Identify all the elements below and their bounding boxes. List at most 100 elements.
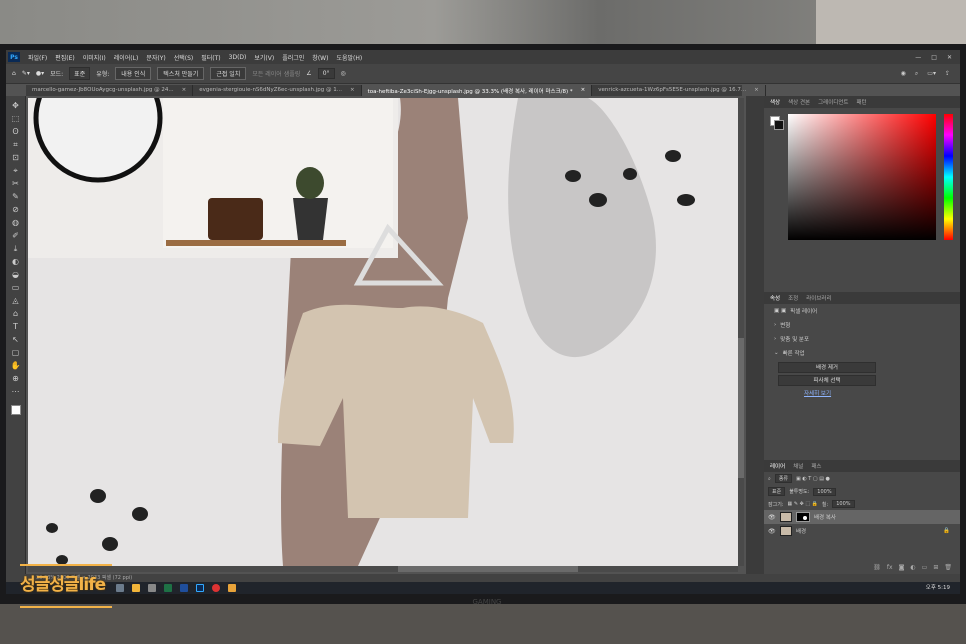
tab-toa-heftiba[interactable]: toa-heftiba-Ze3ciSh-Ejgg-unsplash.jpg @ …: [361, 85, 593, 96]
tab-evgenia[interactable]: evgenia-stergiouie-nS6dNyZ6ec-unsplash.j…: [193, 85, 362, 96]
lasso-tool-icon[interactable]: ʘ: [9, 126, 23, 138]
fx-icon[interactable]: fx: [887, 564, 893, 571]
remove-background-button[interactable]: 배경 제거: [778, 362, 876, 373]
hand-tool-icon[interactable]: ✋: [9, 360, 23, 372]
healing-brush-tool-icon[interactable]: ✎▾: [22, 70, 30, 77]
menu-layer[interactable]: 레이어(L): [110, 53, 143, 62]
quick-actions-section[interactable]: ⌄ 빠른 작업: [764, 346, 960, 360]
tab-close-icon[interactable]: ×: [182, 87, 187, 94]
brush-preset-icon[interactable]: ●▾: [36, 70, 44, 77]
slice-tool-icon[interactable]: ✂: [9, 178, 23, 190]
angle-input[interactable]: 0°: [317, 68, 335, 79]
crop-tool-icon[interactable]: ⊡: [9, 152, 23, 164]
tab-layers[interactable]: 레이어: [770, 462, 785, 470]
frame-tool-icon[interactable]: ⌖: [9, 165, 23, 177]
scroll-thumb[interactable]: [738, 338, 744, 478]
tab-venrick[interactable]: venrick-azcueta-1Wz6pFs5E5E-unsplash.jpg…: [592, 85, 766, 96]
home-icon[interactable]: ⌂: [12, 70, 16, 77]
tab-paths[interactable]: 패스: [811, 462, 821, 470]
fill-input[interactable]: 100%: [832, 500, 855, 508]
menu-edit[interactable]: 편집(E): [51, 53, 79, 62]
start-icon[interactable]: [116, 584, 124, 592]
group-icon[interactable]: ▭: [922, 564, 928, 571]
blur-tool-icon[interactable]: ▭: [9, 282, 23, 294]
menu-3d[interactable]: 3D(D): [225, 54, 251, 61]
foreground-color-swatch[interactable]: [10, 405, 21, 415]
object-select-tool-icon[interactable]: ⌗: [9, 139, 23, 151]
eraser-tool-icon[interactable]: ◐: [9, 256, 23, 268]
menu-filter[interactable]: 필터(T): [197, 53, 224, 62]
hue-slider[interactable]: [944, 114, 953, 240]
horizontal-scrollbar[interactable]: [28, 566, 738, 572]
layer-row-background[interactable]: 👁 배경 🔒: [764, 524, 960, 538]
menu-help[interactable]: 도움말(H): [332, 53, 366, 62]
close-button[interactable]: ✕: [947, 54, 952, 61]
healing-brush-tool-icon[interactable]: ⊘: [9, 204, 23, 216]
workspace-icon[interactable]: ▭▾: [927, 70, 936, 78]
menu-image[interactable]: 이미지(I): [79, 53, 110, 62]
trash-icon[interactable]: 🗑: [944, 564, 952, 571]
dodge-tool-icon[interactable]: ◬: [9, 295, 23, 307]
maximize-button[interactable]: □: [931, 54, 937, 61]
photoshop-taskbar-icon[interactable]: [196, 584, 204, 592]
blend-mode-select[interactable]: 표준: [768, 487, 786, 496]
zoom-tool-icon[interactable]: ⊕: [9, 373, 23, 385]
eye-icon[interactable]: 👁: [768, 528, 776, 535]
eyedropper-tool-icon[interactable]: ✎: [9, 191, 23, 203]
eye-icon[interactable]: 👁: [768, 514, 776, 521]
layer-row-background-copy[interactable]: 👁 배경 복사: [764, 510, 960, 524]
menu-plugins[interactable]: 플러그인: [278, 53, 308, 62]
sample-all-layers-checkbox[interactable]: 모든 레이어 샘플링: [252, 69, 300, 78]
menu-select[interactable]: 선택(S): [170, 53, 198, 62]
tab-properties[interactable]: 속성: [770, 294, 780, 302]
share-icon[interactable]: ⇪: [945, 70, 950, 78]
app-icon[interactable]: [148, 584, 156, 592]
path-select-tool-icon[interactable]: ↖: [9, 334, 23, 346]
align-section[interactable]: › 맞춤 및 분포: [764, 332, 960, 346]
filter-icons[interactable]: ▣ ◐ T ▢ ▤ ●: [796, 476, 830, 482]
link-layers-icon[interactable]: ⛓: [873, 564, 881, 571]
gradient-tool-icon[interactable]: ◒: [9, 269, 23, 281]
rectangle-tool-icon[interactable]: ▢: [9, 347, 23, 359]
brush-tool-icon[interactable]: ◍: [9, 217, 23, 229]
layer-mask-thumbnail[interactable]: [796, 512, 810, 522]
search-icon[interactable]: ⌕: [915, 70, 918, 78]
create-texture-button[interactable]: 텍스처 만들기: [157, 67, 205, 80]
tab-patterns[interactable]: 패턴: [857, 98, 867, 106]
menu-file[interactable]: 파일(F): [24, 53, 51, 62]
account-icon[interactable]: ◉: [901, 70, 906, 78]
folder-icon[interactable]: [228, 584, 236, 592]
mode-select[interactable]: 표준: [69, 67, 91, 80]
tab-close-icon[interactable]: ×: [754, 87, 759, 94]
menu-type[interactable]: 문자(Y): [142, 53, 169, 62]
menu-view[interactable]: 보기(V): [250, 53, 278, 62]
move-tool-icon[interactable]: ✥: [9, 100, 23, 112]
background-swatch[interactable]: [774, 120, 784, 130]
tab-channels[interactable]: 채널: [793, 462, 803, 470]
type-tool-icon[interactable]: T: [9, 321, 23, 333]
more-tools-icon[interactable]: ⋯: [9, 386, 23, 398]
tab-close-icon[interactable]: ×: [581, 87, 586, 94]
excel-icon[interactable]: [164, 584, 172, 592]
menu-window[interactable]: 창(W): [308, 53, 332, 62]
clone-stamp-tool-icon[interactable]: ✐: [9, 230, 23, 242]
tab-gradients[interactable]: 그레이디언트: [818, 98, 848, 106]
tab-libraries[interactable]: 라이브러리: [806, 294, 831, 302]
history-brush-tool-icon[interactable]: ⤓: [9, 243, 23, 255]
file-explorer-icon[interactable]: [132, 584, 140, 592]
proximity-match-button[interactable]: 근접 일치: [210, 67, 247, 80]
marquee-tool-icon[interactable]: ⬚: [9, 113, 23, 125]
filter-kind-select[interactable]: 종류: [774, 474, 793, 483]
tab-color[interactable]: 색상: [770, 98, 780, 106]
document-canvas[interactable]: [28, 98, 738, 566]
color-field[interactable]: [788, 114, 936, 240]
content-aware-button[interactable]: 내용 인식: [115, 67, 152, 80]
lock-icons[interactable]: ▦ ✎ ✥ ⬚ 🔒: [788, 501, 818, 507]
minimize-button[interactable]: —: [915, 54, 921, 61]
adjustment-layer-icon[interactable]: ◐: [910, 564, 915, 571]
tab-marcello[interactable]: marcello-gamez-Jb8OUoAygcg-unsplash.jpg …: [26, 85, 194, 96]
opacity-input[interactable]: 100%: [813, 487, 836, 496]
learn-more-link[interactable]: 자세히 보기: [804, 389, 960, 397]
tab-close-icon[interactable]: ×: [350, 87, 355, 94]
browser-icon[interactable]: [212, 584, 220, 592]
